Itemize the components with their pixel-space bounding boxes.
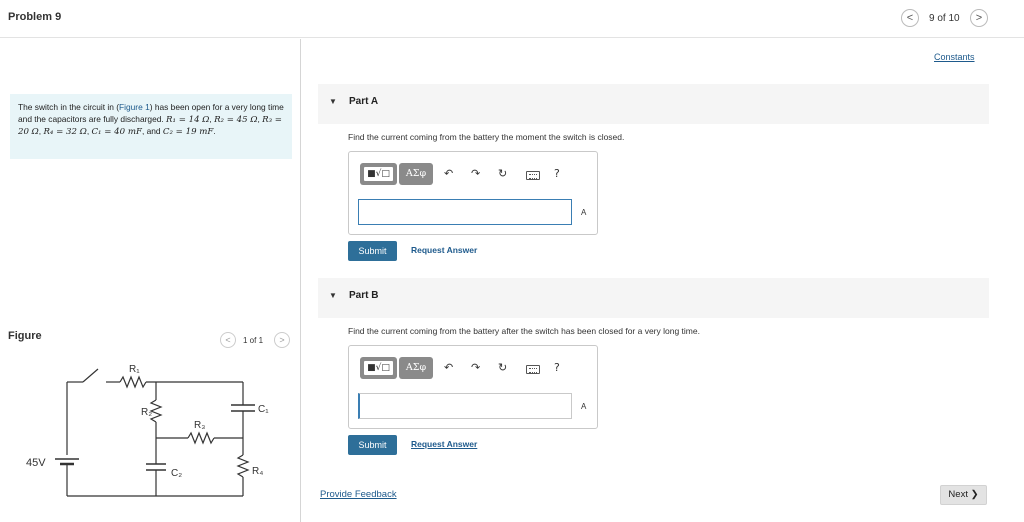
part-b-header[interactable]: ▼ Part B [318,278,989,318]
keyboard-icon[interactable] [526,365,540,374]
figure-label: Figure [8,330,42,342]
part-a-submit-button[interactable]: Submit [348,241,397,261]
math-template-button[interactable]: ■√□ [364,361,393,375]
template-button-group: ■√□ [360,163,397,185]
previous-problem-button[interactable]: < [901,9,919,27]
part-a-label: Part A [349,96,379,107]
keyboard-icon[interactable] [526,171,540,180]
problem-intro: The switch in the circuit in (Figure 1) … [10,94,292,159]
r1-value: R₁ = 14 Ω [166,114,210,125]
r4-value: R₄ = 32 Ω [43,127,87,137]
symbols-button-group: ΑΣφ [399,163,433,185]
label-r2: R₂ [141,407,152,418]
problem-title: Problem 9 [8,11,62,23]
constants-link[interactable]: Constants [934,52,975,62]
figure-prev-button[interactable]: < [220,332,236,348]
top-bar: Problem 9 < 9 of 10 > [0,0,1024,38]
math-template-button[interactable]: ■√□ [364,167,393,181]
part-a-unit: A [581,208,587,217]
pane-divider [300,39,301,522]
part-b-label: Part B [349,290,379,301]
chevron-left-icon: < [225,335,231,345]
figure-count: 1 of 1 [243,336,264,345]
circuit-diagram: R₁ R₂ R₃ C₁ C₂ R₄ 45V [26,364,269,497]
part-b-answer-input[interactable] [358,393,572,419]
reset-icon[interactable]: ↻ [498,167,507,180]
intro-text: The switch in the circuit in ( [18,102,119,112]
template-button-group: ■√□ [360,357,397,379]
label-r3: R₃ [194,420,205,431]
label-c2: C₂ [171,468,182,479]
figure-link[interactable]: Figure 1 [119,102,150,112]
part-b-request-answer-link[interactable]: Request Answer [411,439,477,449]
collapse-arrow-icon: ▼ [329,291,337,300]
symbols-button[interactable]: ΑΣφ [402,361,430,375]
figure-next-button[interactable]: > [274,332,290,348]
label-battery: 45V [26,457,46,469]
intro-and: and [146,126,161,136]
symbols-button-group: ΑΣφ [399,357,433,379]
part-a-header[interactable]: ▼ Part A [318,84,989,124]
label-r4: R₄ [252,466,263,477]
c1-value: C₁ = 40 mF [91,127,142,137]
redo-icon[interactable]: ↷ [471,167,480,180]
undo-icon[interactable]: ↶ [444,167,453,180]
c2-value: C₂ = 19 mF [162,127,214,137]
part-a-question: Find the current coming from the battery… [348,132,625,142]
label-r1: R₁ [129,364,140,375]
next-button[interactable]: Next ❯ [940,485,987,505]
undo-icon[interactable]: ↶ [444,361,453,374]
chevron-left-icon: < [906,12,914,24]
page-count: 9 of 10 [929,13,960,24]
part-b-submit-button[interactable]: Submit [348,435,397,455]
next-problem-button[interactable]: > [970,9,988,27]
part-a-request-answer-link[interactable]: Request Answer [411,245,477,255]
label-c1: C₁ [258,404,269,415]
part-b-answer-box: ■√□ ΑΣφ ↶ ↷ ↻ ? A [348,345,598,429]
help-icon[interactable]: ? [554,167,560,180]
chevron-right-icon: > [975,12,983,24]
part-a-answer-box: ■√□ ΑΣφ ↶ ↷ ↻ ? A [348,151,598,235]
provide-feedback-link[interactable]: Provide Feedback [320,489,397,500]
symbols-button[interactable]: ΑΣφ [402,167,430,181]
help-icon[interactable]: ? [554,361,560,374]
chevron-right-icon: > [279,335,285,345]
part-b-question: Find the current coming from the battery… [348,326,700,336]
r2-value: R₂ = 45 Ω [214,114,258,125]
reset-icon[interactable]: ↻ [498,361,507,374]
part-b-unit: A [581,402,587,411]
collapse-arrow-icon: ▼ [329,97,337,106]
part-a-answer-input[interactable] [358,199,572,225]
redo-icon[interactable]: ↷ [471,361,480,374]
